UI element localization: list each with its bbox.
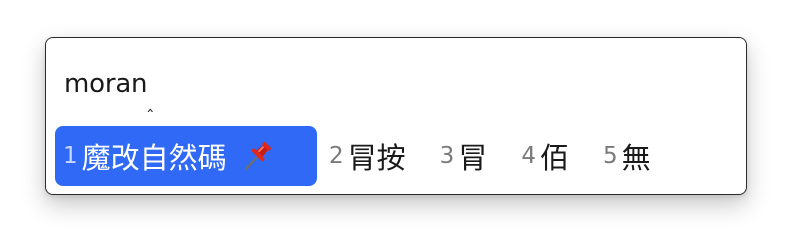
candidate-index: 1 xyxy=(63,143,78,169)
candidate-4[interactable]: 4 佰 xyxy=(511,126,581,186)
candidate-text: 魔改自然碼 xyxy=(81,141,227,175)
preedit-line: moran ‸ xyxy=(64,62,153,112)
candidate-index: 3 xyxy=(439,143,455,169)
candidate-text: 冐按 xyxy=(347,141,406,175)
candidate-5[interactable]: 5 無 xyxy=(593,126,663,186)
candidate-text: 佰 xyxy=(539,141,569,175)
preedit-text: moran xyxy=(64,69,148,99)
candidate-index: 2 xyxy=(329,143,344,169)
candidate-text: 冐 xyxy=(458,141,488,175)
candidate-index: 4 xyxy=(521,143,536,169)
candidate-3[interactable]: 3 冐 xyxy=(430,126,500,186)
candidate-list: 1 魔改自然碼 2 冐按 3 冐 4 佰 5 無 xyxy=(55,126,675,186)
candidate-1[interactable]: 1 魔改自然碼 xyxy=(55,126,317,186)
pushpin-icon xyxy=(241,139,275,173)
candidate-2[interactable]: 2 冐按 xyxy=(319,126,418,186)
candidate-text: 無 xyxy=(621,141,651,175)
caret-marker: ‸ xyxy=(147,93,154,113)
ime-candidate-panel: moran ‸ 1 魔改自然碼 2 冐按 3 冐 4 佰 5 無 xyxy=(45,37,747,195)
candidate-index: 5 xyxy=(602,143,618,169)
